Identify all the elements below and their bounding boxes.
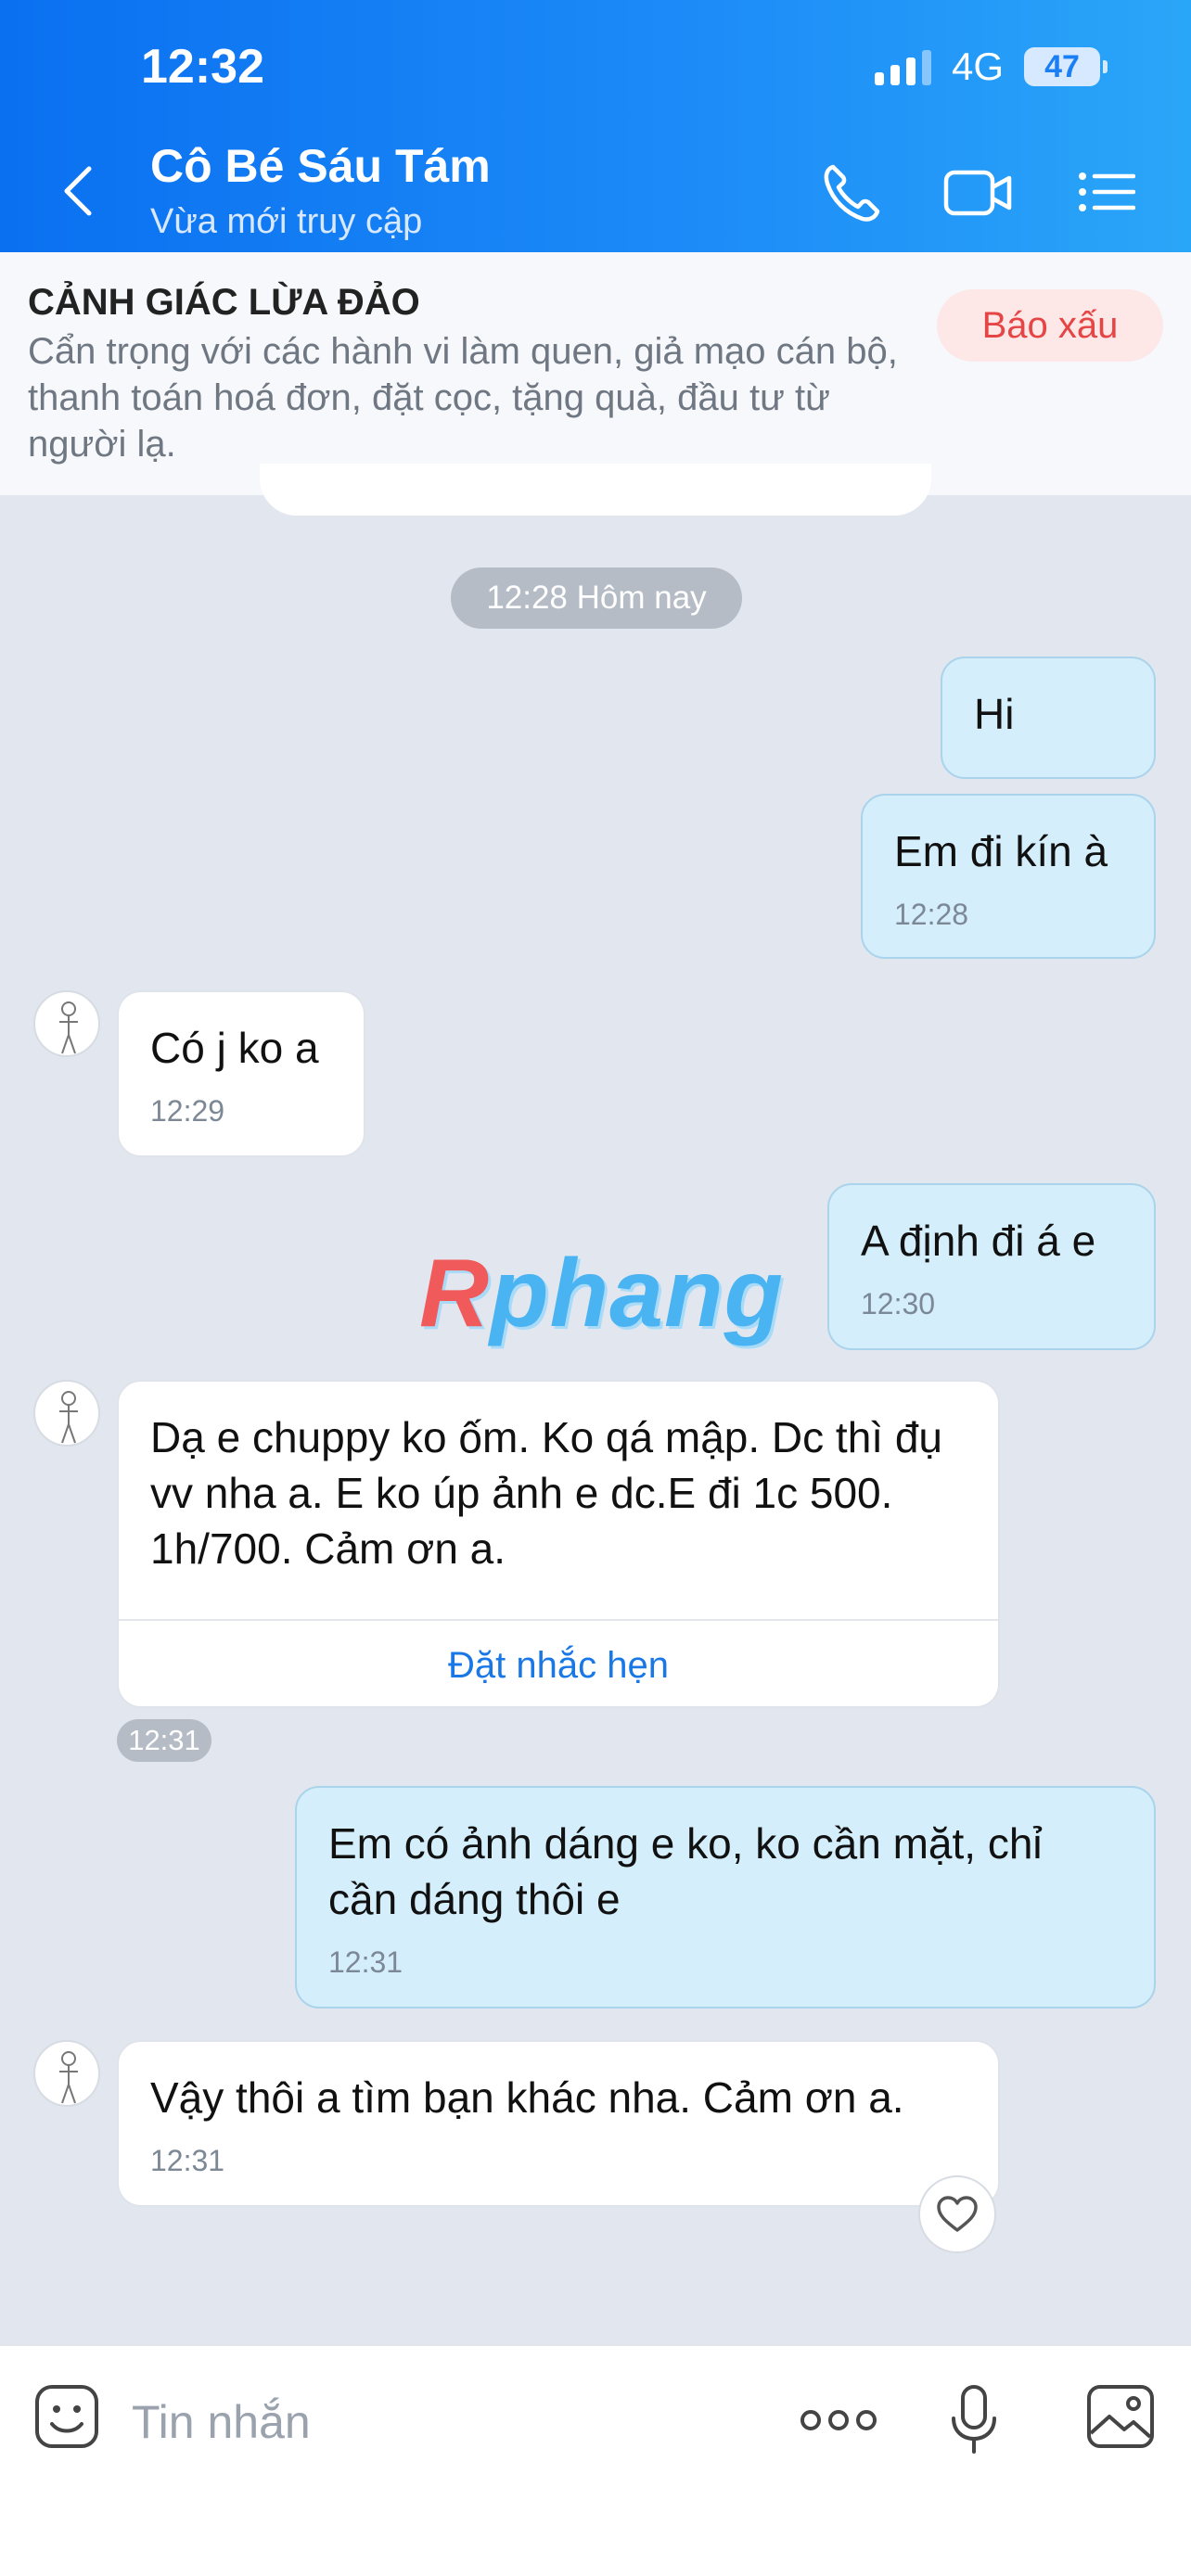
battery-indicator: 47 (1024, 47, 1108, 86)
avatar-figure-icon (59, 2051, 78, 2104)
avatar[interactable] (33, 1380, 100, 1447)
action-divider (119, 1619, 998, 1621)
warning-text: Cẩn trọng với các hành vi làm quen, giả … (28, 331, 898, 465)
emoji-icon[interactable] (33, 2383, 100, 2450)
avatar[interactable] (33, 2040, 100, 2107)
signal-icon (874, 48, 931, 85)
message-text: Hi (974, 690, 1015, 738)
contact-status: Vừa mới truy cập (150, 202, 423, 241)
menu-list-icon[interactable] (1078, 159, 1135, 224)
scam-warning-banner: CẢNH GIÁC LỪA ĐẢO Cẩn trọng với các hành… (0, 252, 1191, 495)
message-bubble-incoming[interactable]: Có j ko a 12:29 (117, 990, 365, 1157)
status-indicators: 4G 47 (874, 45, 1108, 89)
message-time-chip: 12:31 (117, 1719, 211, 1762)
message-time: 12:31 (150, 2144, 225, 2177)
heart-icon (937, 2196, 978, 2232)
chat-header: 12:32 4G 47 Cô Bé Sáu Tám Vừa mới truy c… (0, 0, 1191, 252)
phone-icon[interactable] (820, 159, 881, 224)
video-call-icon[interactable] (942, 159, 1013, 224)
message-composer (0, 2344, 1191, 2576)
message-time: 12:28 (894, 898, 969, 931)
message-text: Vậy thôi a tìm bạn khác nha. Cảm ơn a. (150, 2073, 904, 2122)
message-time: 12:30 (861, 1287, 936, 1320)
avatar-figure-icon (59, 1001, 78, 1054)
message-bubble-outgoing[interactable]: Hi (941, 657, 1156, 779)
previous-card-edge (260, 464, 931, 516)
avatar[interactable] (33, 990, 100, 1057)
message-bubble-incoming[interactable]: Dạ e chuppy ko ốm. Ko qá mập. Dc thì đụ … (117, 1380, 1000, 1708)
back-arrow-icon[interactable] (59, 163, 96, 219)
message-time: 12:31 (328, 1945, 403, 1979)
message-bubble-incoming[interactable]: Vậy thôi a tìm bạn khác nha. Cảm ơn a. 1… (117, 2040, 1000, 2207)
message-text: Em đi kín à (894, 827, 1108, 875)
message-bubble-outgoing[interactable]: A định đi á e 12:30 (827, 1183, 1156, 1350)
message-text: A định đi á e (861, 1217, 1096, 1265)
image-icon[interactable] (1085, 2383, 1156, 2450)
watermark-logo: Rphang (419, 1240, 785, 1347)
message-input[interactable] (132, 2385, 725, 2459)
set-reminder-link[interactable]: Đặt nhắc hẹn (119, 1638, 998, 1693)
message-bubble-outgoing[interactable]: Em có ảnh dáng e ko, ko cần mặt, chỉ cần… (295, 1786, 1156, 2009)
message-text: Dạ e chuppy ko ốm. Ko qá mập. Dc thì đụ … (150, 1413, 943, 1573)
status-time: 12:32 (141, 40, 264, 94)
avatar-figure-icon (59, 1391, 78, 1444)
warning-title: CẢNH GIÁC LỪA ĐẢO (28, 282, 420, 323)
contact-name[interactable]: Cô Bé Sáu Tám (150, 139, 491, 193)
more-icon[interactable] (800, 2402, 877, 2439)
report-button[interactable]: Báo xấu (937, 289, 1163, 362)
microphone-icon[interactable] (948, 2383, 1000, 2457)
react-heart-button[interactable] (918, 2175, 996, 2253)
message-time: 12:29 (150, 1094, 225, 1128)
message-text: Em có ảnh dáng e ko, ko cần mặt, chỉ cần… (328, 1819, 1043, 1923)
message-bubble-outgoing[interactable]: Em đi kín à 12:28 (861, 794, 1156, 959)
date-divider: 12:28 Hôm nay (451, 567, 742, 629)
message-text: Có j ko a (150, 1024, 319, 1072)
network-type: 4G (951, 45, 1004, 88)
